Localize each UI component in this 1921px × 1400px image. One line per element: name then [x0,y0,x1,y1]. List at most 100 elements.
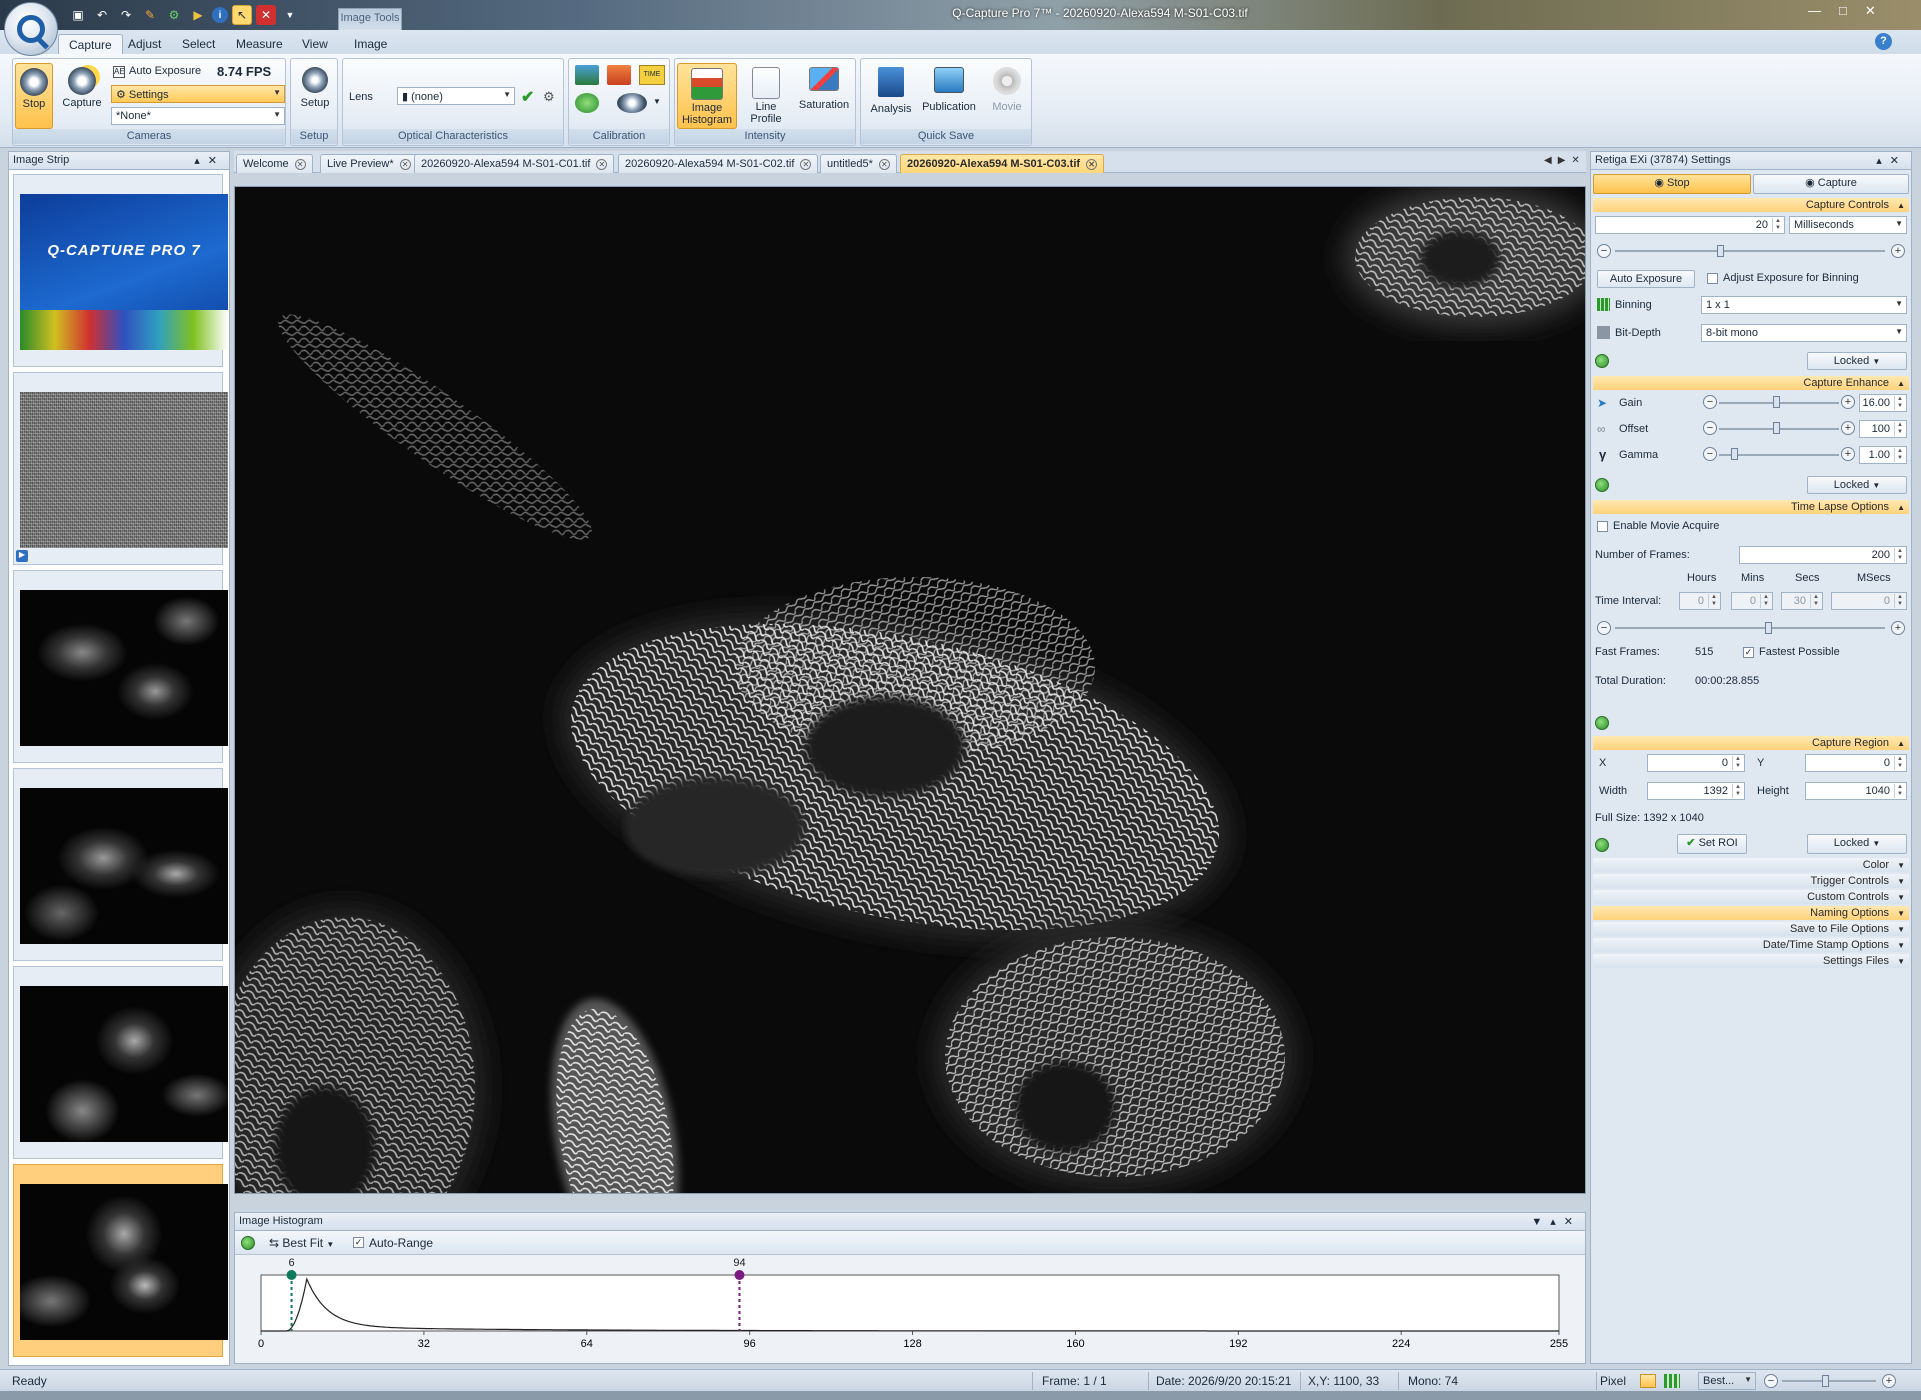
app-menu-button[interactable] [4,2,58,56]
low-threshold-handle[interactable] [286,1270,297,1280]
spinner-icon[interactable]: ▲ ▼ [1732,784,1743,798]
plus-icon[interactable]: + [1841,447,1855,461]
minus-icon[interactable]: − [1597,244,1611,258]
lens-settings-icon[interactable]: ⚙ [543,89,555,105]
spinner-icon[interactable]: ▲ ▼ [1810,594,1821,608]
minus-icon[interactable]: − [1597,621,1611,635]
refresh-icon[interactable] [575,93,599,113]
time-stamp-icon[interactable]: TIME [639,65,665,85]
close-document-icon[interactable]: ✕ [1571,155,1585,166]
auto-exposure-btn[interactable]: Auto Exposure [1597,270,1695,288]
section-trigger-controls[interactable]: Trigger Controls [1593,874,1909,889]
width-input[interactable]: 1392 ▲ ▼ [1647,782,1745,800]
close-tab-icon[interactable]: ✕ [800,159,812,170]
minus-icon[interactable]: − [1703,447,1717,461]
close-tab-icon[interactable]: ✕ [1086,159,1098,170]
doc-tab-welcome[interactable]: Welcome ✕ [236,154,313,173]
saturation-button[interactable]: Saturation [793,63,855,129]
calibrate-icon[interactable] [575,65,599,85]
section-capture-enhance[interactable]: Capture Enhance [1593,376,1909,391]
pin-icon[interactable]: ▴ [1550,1216,1564,1228]
publication-button[interactable]: Publication [917,63,981,129]
msecs-input[interactable]: 0 ▲ ▼ [1831,592,1907,610]
section-color[interactable]: Color [1593,858,1909,873]
apply-lens-icon[interactable]: ✔ [521,87,534,107]
section-date-time-stamp[interactable]: Date/Time Stamp Options [1593,938,1909,953]
image-viewer[interactable] [234,186,1586,1194]
zoom-in-icon[interactable]: + [1882,1374,1896,1388]
exposure-slider-track[interactable] [1615,250,1885,252]
height-input[interactable]: 1040 ▲ ▼ [1805,782,1907,800]
camera-calibrate-icon[interactable] [617,93,647,113]
plus-icon[interactable]: + [1841,421,1855,435]
spinner-icon[interactable]: ▲ ▼ [1894,448,1905,462]
pin-icon[interactable]: ▴ [194,155,208,167]
spinner-icon[interactable]: ▲ ▼ [1894,422,1905,436]
undo-icon[interactable]: ↶ [92,5,112,25]
close-tab-icon[interactable]: ✕ [294,159,306,170]
tab-measure[interactable]: Measure [226,34,293,54]
scroll-right-icon[interactable]: ▶ [1558,155,1572,166]
info-icon[interactable]: i [212,7,228,23]
close-icon[interactable]: ✕ [1564,1216,1581,1228]
hours-input[interactable]: 0 ▲ ▼ [1679,592,1721,610]
spinner-icon[interactable]: ▲ ▼ [1894,548,1905,562]
spinner-icon[interactable]: ▲ ▼ [1732,756,1743,770]
spinner-icon[interactable]: ▲ ▼ [1708,594,1719,608]
line-profile-button[interactable]: Line Profile [741,63,791,129]
offset-slider-thumb[interactable] [1773,422,1780,434]
reset-icon[interactable] [1595,838,1609,852]
thumbnail-c02[interactable] [13,768,228,961]
section-settings-files[interactable]: Settings Files [1593,954,1909,969]
chevron-down-icon[interactable]: ▼ [653,97,661,106]
preset-dropdown[interactable]: *None* ▼ [111,107,285,125]
secs-input[interactable]: 30 ▲ ▼ [1781,592,1823,610]
section-naming-options[interactable]: Naming Options [1593,906,1909,921]
set-roi-button[interactable]: ✔ Set ROI [1677,834,1747,854]
spinner-icon[interactable]: ▲ ▼ [1894,784,1905,798]
thumbnail-c03[interactable] [13,1164,228,1357]
spinner-icon[interactable]: ▲ ▼ [1894,594,1905,608]
reset-icon[interactable] [1595,354,1609,368]
interval-slider-thumb[interactable] [1765,622,1772,634]
refresh-icon[interactable] [241,1236,255,1250]
close-icon[interactable]: ✕ [1890,155,1907,167]
spinner-icon[interactable]: ▲ ▼ [1772,218,1783,232]
thumbnail-splash[interactable]: Q-CAPTURE PRO 7 [13,174,228,367]
zoom-slider-thumb[interactable] [1822,1375,1829,1387]
close-icon[interactable]: ✕ [208,155,225,167]
doc-tab-c03[interactable]: 20260920-Alexa594 M-S01-C03.tif ✕ [900,154,1105,173]
doc-tab-c01[interactable]: 20260920-Alexa594 M-S01-C01.tif ✕ [414,154,615,173]
tab-image[interactable]: Image [344,34,397,54]
color-calibrate-icon[interactable] [607,65,631,85]
frames-input[interactable]: 200 ▲ ▼ [1739,546,1907,564]
stop-button[interactable]: Stop [15,63,53,129]
offset-input[interactable]: 100 ▲ ▼ [1859,420,1907,438]
setup-button[interactable]: Setup [295,63,335,129]
spinner-icon[interactable]: ▲ ▼ [1894,756,1905,770]
spinner-icon[interactable]: ▲ ▼ [1894,396,1905,410]
best-fit-dropdown[interactable]: ⇆ Best Fit ▼ [269,1236,334,1250]
bit-depth-dropdown[interactable]: 8-bit mono ▼ [1701,324,1907,342]
image-histogram-button[interactable]: Image Histogram [677,63,737,129]
minimize-icon[interactable]: — [1808,3,1821,19]
redo-icon[interactable]: ↷ [116,5,136,25]
tab-view[interactable]: View [292,34,338,54]
maximize-icon[interactable]: □ [1839,3,1847,19]
spinner-icon[interactable]: ▲ ▼ [1760,594,1771,608]
settings-capture-button[interactable]: ◉ Capture [1753,174,1909,194]
fastest-checkbox[interactable]: ✓ [1743,647,1754,658]
minus-icon[interactable]: − [1703,395,1717,409]
gain-slider-thumb[interactable] [1773,396,1780,408]
plus-icon[interactable]: + [1891,244,1905,258]
settings-stop-button[interactable]: ◉ Stop [1593,174,1751,194]
doc-tab-c02[interactable]: 20260920-Alexa594 M-S01-C02.tif ✕ [618,154,819,173]
cancel-icon[interactable]: ✕ [256,5,276,25]
gamma-input[interactable]: 1.00 ▲ ▼ [1859,446,1907,464]
histogram-chart[interactable]: 0 32 64 96 128 160 192 224 255 6 94 [235,1257,1585,1363]
status-pixel-unit[interactable]: Pixel [1600,1374,1626,1388]
x-input[interactable]: 0 ▲ ▼ [1647,754,1745,772]
section-capture-controls[interactable]: Capture Controls [1593,198,1909,213]
interval-slider-track[interactable] [1615,627,1885,629]
section-time-lapse[interactable]: Time Lapse Options [1593,500,1909,515]
